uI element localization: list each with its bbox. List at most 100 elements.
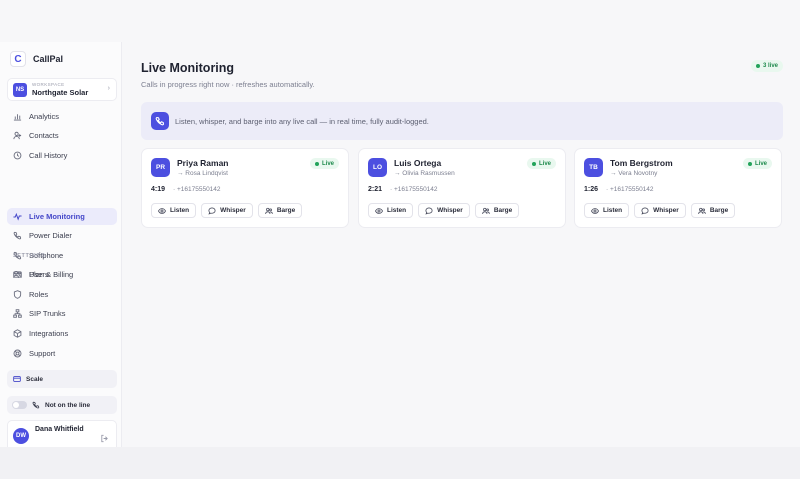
app-logo-icon: C <box>10 51 26 67</box>
barge-button[interactable]: Barge <box>690 203 736 218</box>
callee-name: → Rosa Lindqvist <box>177 170 228 177</box>
phone-number: · +16175550142 <box>606 186 654 193</box>
eye-icon <box>375 207 383 214</box>
workspace-caption: WORKSPACE <box>32 82 65 87</box>
support-icon <box>13 349 22 358</box>
cube-icon <box>13 329 22 338</box>
chat-bubble-icon <box>425 207 433 215</box>
history-icon <box>13 151 22 160</box>
avatar: PR <box>151 158 170 177</box>
call-duration: 2:21 <box>368 186 383 193</box>
sidebar-item-label: Live Monitoring <box>29 212 85 221</box>
sidebar-item-label: Analytics <box>29 112 60 121</box>
status-badge: Live <box>526 158 556 169</box>
sidebar-item-label: Support <box>29 349 56 358</box>
sidebar-item-integrations[interactable]: Integrations <box>7 325 117 342</box>
chevron-updown-icon: › <box>107 85 110 92</box>
sidebar-item-label: Contacts <box>29 131 59 140</box>
call-actions: Listen Whisper Barge <box>368 203 520 218</box>
window-bottom <box>0 447 800 479</box>
call-actions: Listen Whisper Barge <box>584 203 736 218</box>
workspace-name: Northgate Solar <box>32 87 89 97</box>
status-label: Live <box>538 160 551 167</box>
sidebar-item-label: Call History <box>29 151 68 160</box>
phone-number: · +16175550142 <box>173 186 221 193</box>
call-card: PR Priya Raman → Rosa Lindqvist Live 4:1… <box>141 148 349 228</box>
barge-label: Barge <box>709 207 729 214</box>
line-status-label: Not on the line <box>45 401 91 409</box>
avatar: DW <box>13 428 29 444</box>
callee-name: → Vera Novotny <box>610 170 658 177</box>
users-icon <box>265 207 273 214</box>
callee-name: → Olivia Rasmussen <box>394 170 455 177</box>
status-label: Live <box>321 160 334 167</box>
sidebar-item-label: Plan & Billing <box>29 270 74 279</box>
sidebar-item-label: Integrations <box>29 329 69 338</box>
whisper-button[interactable]: Whisper <box>201 203 253 218</box>
plan-name: Scale <box>26 375 43 383</box>
listen-button[interactable]: Listen <box>151 203 197 218</box>
phone-number: · +16175550142 <box>390 186 438 193</box>
users-icon <box>482 207 490 214</box>
network-icon <box>13 309 22 318</box>
phone-icon <box>151 112 169 130</box>
listen-button[interactable]: Listen <box>584 203 630 218</box>
sidebar-item-contacts[interactable]: Contacts <box>7 127 117 144</box>
card-icon <box>13 375 21 383</box>
live-dot-icon <box>531 161 536 166</box>
whisper-button[interactable]: Whisper <box>418 203 470 218</box>
user-profile[interactable]: DW Dana Whitfield <box>7 420 117 447</box>
live-dot-icon <box>314 161 319 166</box>
whisper-label: Whisper <box>653 207 679 214</box>
eye-icon <box>591 207 599 214</box>
info-banner: Listen, whisper, and barge into any live… <box>141 102 783 140</box>
users-icon <box>698 207 706 214</box>
sidebar-item-analytics[interactable]: Analytics <box>7 108 117 125</box>
sidebar-item-sip-trunks[interactable]: SIP Trunks <box>7 305 117 322</box>
sidebar-item-support[interactable]: Support <box>7 345 117 362</box>
barge-label: Barge <box>493 207 513 214</box>
sidebar-item-label: Roles <box>29 290 49 299</box>
logout-icon[interactable] <box>100 430 109 448</box>
user-name: Dana Whitfield <box>35 426 84 433</box>
banner-text: Listen, whisper, and barge into any live… <box>175 116 429 126</box>
plan-indicator[interactable]: Scale <box>7 370 117 388</box>
listen-button[interactable]: Listen <box>368 203 414 218</box>
settings-section-label: SETTINGS <box>13 253 46 259</box>
line-status-toggle[interactable] <box>12 401 27 409</box>
whisper-button[interactable]: Whisper <box>634 203 686 218</box>
brand[interactable]: C CallPal <box>10 51 63 67</box>
sidebar-item-power-dialer[interactable]: Power Dialer <box>7 227 117 244</box>
card-icon <box>13 270 22 279</box>
call-duration: 4:19 <box>151 186 166 193</box>
sidebar-item-call-history[interactable]: Call History <box>7 147 117 164</box>
eye-icon <box>158 207 166 214</box>
page-subtitle: Calls in progress right now · refreshes … <box>141 80 315 89</box>
whisper-label: Whisper <box>437 207 463 214</box>
chart-icon <box>13 112 22 121</box>
sidebar-item-roles[interactable]: Roles <box>7 286 117 303</box>
sidebar-item-live-monitoring[interactable]: Live Monitoring <box>7 208 117 225</box>
shield-icon <box>13 290 22 299</box>
page-title: Live Monitoring <box>141 61 235 75</box>
caller-name: Priya Raman <box>177 158 229 168</box>
status-label: Live <box>754 160 767 167</box>
live-dot-icon <box>747 161 752 166</box>
live-count-label: 3 live <box>763 63 779 69</box>
sidebar-item-plan-billing[interactable]: Plan & Billing <box>7 266 117 283</box>
whisper-label: Whisper <box>220 207 246 214</box>
workspace-avatar: NS <box>13 82 27 97</box>
barge-button[interactable]: Barge <box>257 203 303 218</box>
call-card: LO Luis Ortega → Olivia Rasmussen Live 2… <box>358 148 566 228</box>
avatar: LO <box>368 158 387 177</box>
app-name: CallPal <box>33 54 64 64</box>
listen-label: Listen <box>387 207 407 214</box>
call-duration: 1:26 <box>584 186 599 193</box>
caller-name: Tom Bergstrom <box>610 158 673 168</box>
chat-bubble-icon <box>208 207 216 215</box>
barge-button[interactable]: Barge <box>474 203 520 218</box>
dialer-icon <box>13 231 22 240</box>
workspace-switcher[interactable]: NS WORKSPACE Northgate Solar › <box>7 78 117 101</box>
chat-bubble-icon <box>641 207 649 215</box>
contacts-icon <box>13 131 22 140</box>
